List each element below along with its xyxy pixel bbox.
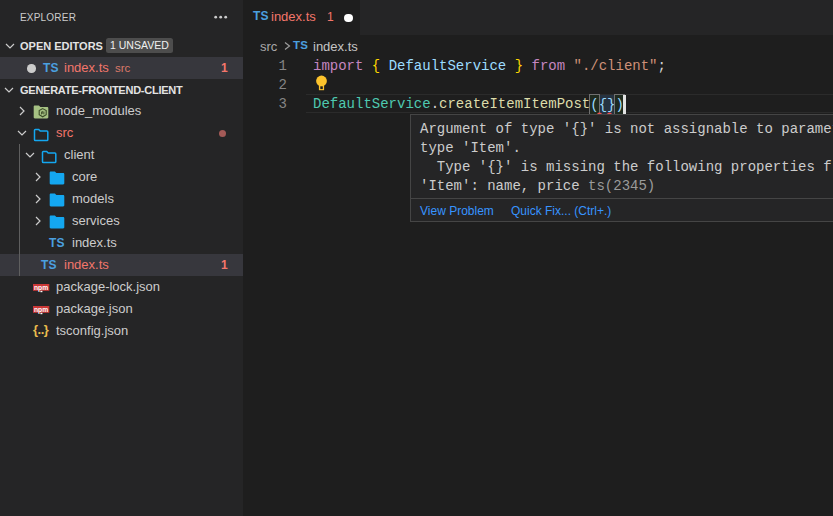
svg-text:npm: npm (34, 306, 48, 314)
svg-text:npm: npm (34, 284, 48, 292)
